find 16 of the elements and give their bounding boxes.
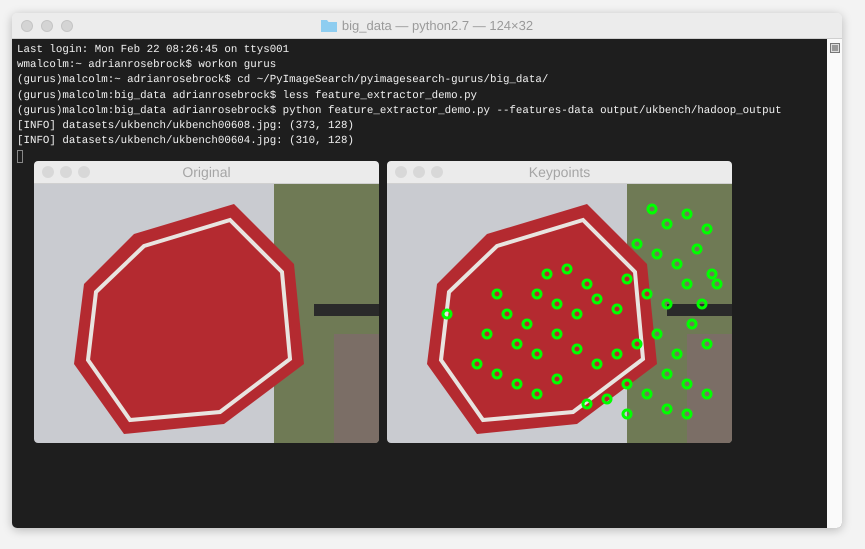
close-button[interactable] (21, 20, 33, 32)
terminal-line: Last login: Mon Feb 22 08:26:45 on ttys001 (17, 43, 290, 58)
terminal-line: [INFO] datasets/ukbench/ukbench00604.jpg: (310, 128) (17, 134, 355, 150)
minimize-button[interactable] (41, 20, 53, 32)
window-title: big_data — python2.7 — 124×32 (342, 18, 534, 33)
folder-icon (320, 19, 337, 32)
image-window-title: Keypoints (528, 164, 590, 180)
image-window-title: Original (182, 164, 231, 180)
cursor-icon (17, 150, 23, 164)
terminal-line: wmalcolm:~ adrianrosebrock$ workon gurus (17, 58, 278, 74)
terminal-line: (gurus)malcolm:big_data adrianrosebrock$ python feature_extractor_demo.py --features-data output/ukbench/hadoop_output (17, 104, 783, 119)
list-icon[interactable] (830, 43, 840, 53)
terminal-line: (gurus)malcolm:~ adrianrosebrock$ cd ~/PyImageSearch/pyimagesearch-gurus/big_data/ (17, 73, 550, 88)
terminal-line: (gurus)malcolm:big_data adrianrosebrock$ less feature_extractor_demo.py (17, 88, 478, 104)
zoom-button[interactable] (61, 20, 73, 32)
terminal-line: [INFO] datasets/ukbench/ukbench00608.jpg: (373, 128) (17, 119, 355, 134)
